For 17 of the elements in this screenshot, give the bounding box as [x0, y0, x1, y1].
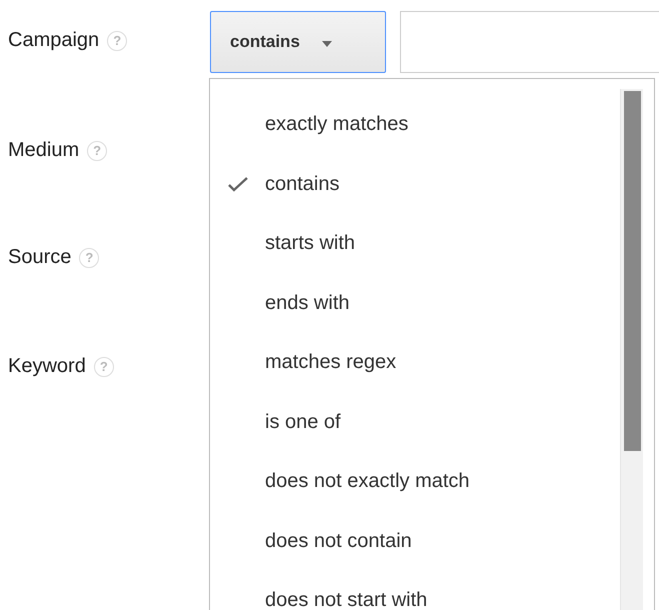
menu-item[interactable]: starts with: [210, 214, 620, 274]
field-label: Medium: [8, 139, 80, 162]
menu-item[interactable]: contains: [210, 154, 620, 214]
field-label: Source: [8, 246, 72, 269]
caret-icon: [322, 41, 332, 47]
menu-item[interactable]: ends with: [210, 274, 620, 333]
match-type-dropdown[interactable]: contains: [210, 11, 386, 73]
menu-item[interactable]: does not start with: [210, 571, 620, 610]
menu-item[interactable]: exactly matches: [210, 95, 620, 154]
menu-item[interactable]: does not exactly match: [210, 452, 620, 512]
field-label: Campaign: [8, 29, 100, 52]
menu-item[interactable]: matches regex: [210, 333, 620, 392]
input-field[interactable]: [400, 11, 659, 73]
field-label: Keyword: [8, 355, 86, 378]
menu-item[interactable]: does not contain: [210, 512, 620, 571]
menu-item[interactable]: is one of: [210, 392, 620, 452]
scrollbar[interactable]: [620, 89, 643, 610]
